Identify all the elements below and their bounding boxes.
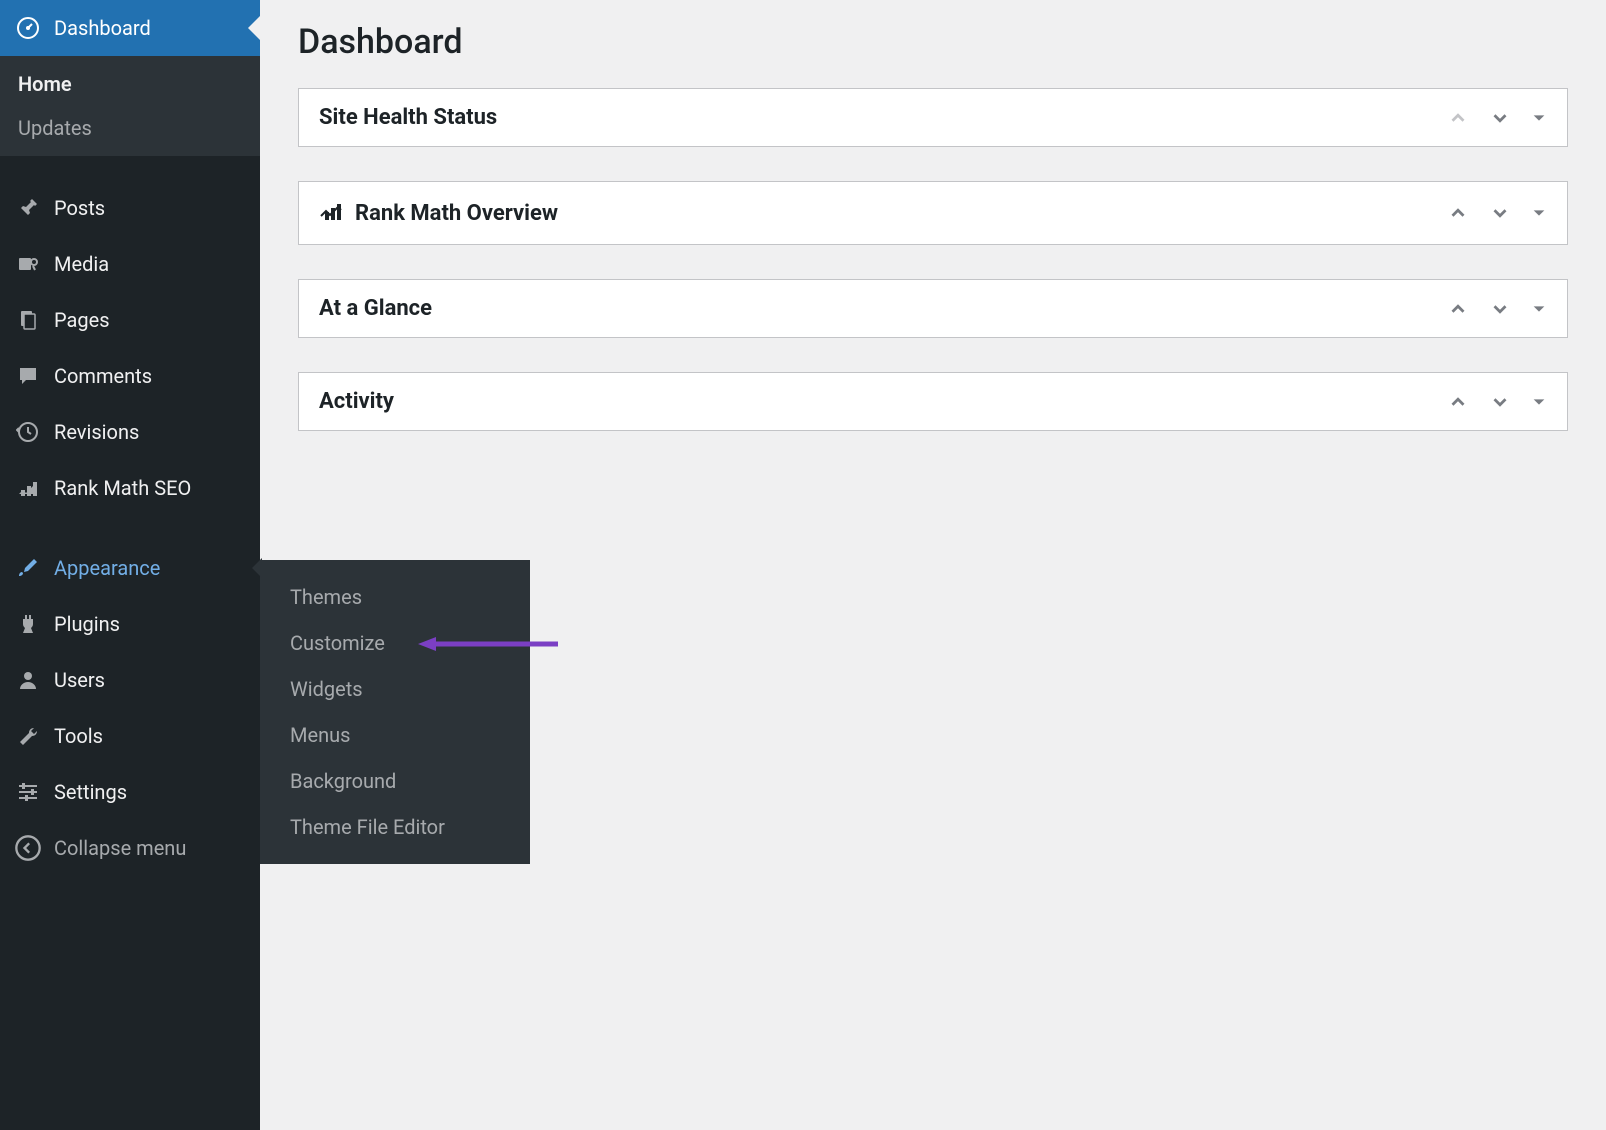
submenu-item-home[interactable]: Home [0, 62, 260, 106]
sidebar-item-comments[interactable]: Comments [0, 348, 260, 404]
widget-activity: Activity [298, 372, 1568, 431]
widget-title: At a Glance [319, 296, 1447, 321]
submenu-item-updates[interactable]: Updates [0, 106, 260, 150]
flyout-item-theme-file-editor[interactable]: Theme File Editor [260, 804, 530, 850]
flyout-item-menus[interactable]: Menus [260, 712, 530, 758]
flyout-item-widgets[interactable]: Widgets [260, 666, 530, 712]
sidebar-item-label: Plugins [54, 612, 120, 636]
sidebar-item-rankmath[interactable]: Rank Math SEO [0, 460, 260, 516]
widget-rankmath-overview: Rank Math Overview [298, 181, 1568, 245]
comment-icon [14, 362, 42, 390]
sidebar-item-label: Users [54, 668, 105, 692]
sliders-icon [14, 778, 42, 806]
collapse-icon [14, 834, 42, 862]
widget-controls [1447, 107, 1547, 129]
dashboard-submenu: Home Updates [0, 56, 260, 156]
move-up-button[interactable] [1447, 391, 1469, 413]
toggle-button[interactable] [1531, 205, 1547, 221]
page-title: Dashboard [298, 22, 1568, 62]
history-icon [14, 418, 42, 446]
brush-icon [14, 554, 42, 582]
pin-icon [14, 194, 42, 222]
sidebar-item-label: Tools [54, 724, 103, 748]
collapse-menu-label: Collapse menu [54, 836, 186, 860]
sidebar-item-plugins[interactable]: Plugins [0, 596, 260, 652]
toggle-button[interactable] [1531, 301, 1547, 317]
menu-separator [0, 156, 260, 180]
chart-icon [14, 474, 42, 502]
sidebar-item-pages[interactable]: Pages [0, 292, 260, 348]
widget-controls [1447, 298, 1547, 320]
widget-at-a-glance: At a Glance [298, 279, 1568, 338]
sidebar-item-tools[interactable]: Tools [0, 708, 260, 764]
dashboard-icon [14, 14, 42, 42]
sidebar-item-label: Media [54, 252, 109, 276]
sidebar-item-label: Comments [54, 364, 152, 388]
widget-title: Site Health Status [319, 105, 1447, 130]
user-icon [14, 666, 42, 694]
media-icon [14, 250, 42, 278]
flyout-item-themes[interactable]: Themes [260, 574, 530, 620]
sidebar-item-label: Posts [54, 196, 105, 220]
move-down-button[interactable] [1489, 107, 1511, 129]
widget-controls [1447, 391, 1547, 413]
pages-icon [14, 306, 42, 334]
sidebar-item-dashboard[interactable]: Dashboard [0, 0, 260, 56]
sidebar-item-label: Appearance [54, 556, 160, 580]
admin-sidebar: Dashboard Home Updates Posts Media Pages… [0, 0, 260, 1130]
sidebar-item-label: Pages [54, 308, 110, 332]
sidebar-item-users[interactable]: Users [0, 652, 260, 708]
toggle-button[interactable] [1531, 394, 1547, 410]
widget-title: Rank Math Overview [319, 198, 1447, 228]
appearance-flyout: Themes Customize Widgets Menus Backgroun… [260, 560, 530, 864]
sidebar-item-label: Settings [54, 780, 127, 804]
sidebar-item-label: Revisions [54, 420, 139, 444]
toggle-button[interactable] [1531, 110, 1547, 126]
menu-separator [0, 516, 260, 540]
move-down-button[interactable] [1489, 391, 1511, 413]
sidebar-item-label: Rank Math SEO [54, 476, 191, 500]
sidebar-item-revisions[interactable]: Revisions [0, 404, 260, 460]
wrench-icon [14, 722, 42, 750]
move-up-button[interactable] [1447, 298, 1469, 320]
sidebar-item-media[interactable]: Media [0, 236, 260, 292]
sidebar-item-posts[interactable]: Posts [0, 180, 260, 236]
chart-icon [319, 198, 343, 228]
sidebar-item-appearance[interactable]: Appearance [0, 540, 260, 596]
sidebar-item-label: Dashboard [54, 16, 151, 40]
move-down-button[interactable] [1489, 298, 1511, 320]
widget-title: Activity [319, 389, 1447, 414]
flyout-item-background[interactable]: Background [260, 758, 530, 804]
plug-icon [14, 610, 42, 638]
move-up-button[interactable] [1447, 107, 1469, 129]
widget-site-health: Site Health Status [298, 88, 1568, 147]
flyout-item-customize[interactable]: Customize [260, 620, 530, 666]
collapse-menu-button[interactable]: Collapse menu [0, 820, 260, 876]
sidebar-item-settings[interactable]: Settings [0, 764, 260, 820]
move-up-button[interactable] [1447, 202, 1469, 224]
move-down-button[interactable] [1489, 202, 1511, 224]
widget-controls [1447, 202, 1547, 224]
